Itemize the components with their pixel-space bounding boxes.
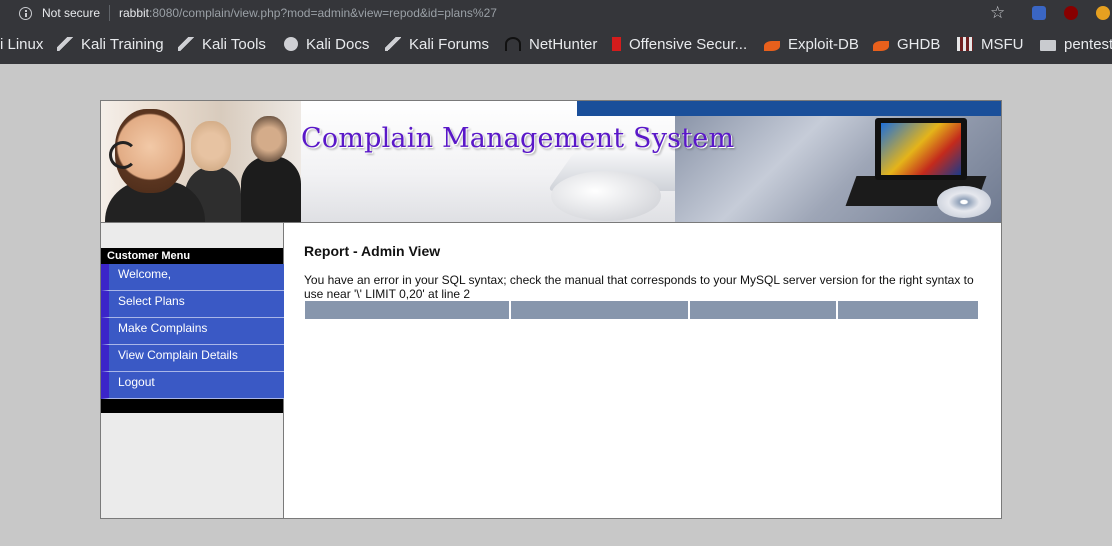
ublock-extension-icon[interactable] (1064, 6, 1078, 20)
nethunter-icon (505, 37, 521, 51)
url-separator (109, 5, 110, 21)
bookmark-star-icon[interactable]: ☆ (990, 3, 1005, 23)
bookmarks-bar: i Linux Kali Training Kali Tools Kali Do… (0, 28, 1112, 64)
extension-icon[interactable] (1032, 6, 1046, 20)
sql-error-message: You have an error in your SQL syntax; ch… (304, 273, 974, 301)
bookmark-folder-pentest[interactable]: pentest (1040, 36, 1112, 53)
bookmark-kali-linux[interactable]: i Linux (0, 36, 43, 53)
bookmark-offensive-security[interactable]: Offensive Secur... (612, 36, 747, 53)
banner-accent-strip (577, 101, 1001, 116)
keyboard-photo (301, 101, 776, 222)
report-table-header (305, 301, 980, 319)
bookmark-nethunter[interactable]: NetHunter (505, 36, 597, 53)
site-title: Complain Management System (301, 123, 735, 154)
menu-item-make-complains[interactable]: Make Complains (101, 318, 284, 345)
extension-icon[interactable] (1096, 6, 1110, 20)
page-frame: Complain Management System Customer Menu… (100, 100, 1002, 519)
menu-header: Customer Menu (101, 248, 283, 264)
kali-dragon-icon (385, 37, 401, 51)
call-center-photo (101, 101, 301, 222)
table-header-cell (690, 301, 836, 319)
customer-menu: Welcome, Select Plans Make Complains Vie… (101, 264, 284, 399)
menu-item-welcome[interactable]: Welcome, (101, 264, 284, 291)
security-label[interactable]: Not secure (42, 6, 100, 20)
table-header-cell (511, 301, 688, 319)
bookmark-kali-tools[interactable]: Kali Tools (178, 36, 266, 53)
bookmark-msfu[interactable]: MSFU (957, 36, 1024, 53)
headset-icon (109, 141, 137, 169)
table-header-cell (305, 301, 509, 319)
main-content: Report - Admin View You have an error in… (284, 223, 1001, 518)
menu-footer-bar (101, 399, 283, 413)
menu-item-logout[interactable]: Logout (101, 372, 284, 399)
bookmark-kali-docs[interactable]: Kali Docs (284, 36, 369, 53)
bookmark-exploit-db[interactable]: Exploit-DB (764, 36, 859, 53)
kali-dragon-icon (57, 37, 73, 51)
bookmark-kali-training[interactable]: Kali Training (57, 36, 164, 53)
bookmark-ghdb[interactable]: GHDB (873, 36, 940, 53)
header-banner: Complain Management System (101, 101, 1001, 223)
table-header-cell (838, 301, 978, 319)
exploit-db-icon (764, 41, 780, 51)
url-host: rabbit (119, 6, 150, 20)
page-title: Report - Admin View (304, 243, 441, 259)
bookmark-kali-forums[interactable]: Kali Forums (385, 36, 489, 53)
exploit-db-icon (873, 41, 889, 51)
offsec-icon (612, 37, 621, 51)
url-path: :8080/complain/view.php?mod=admin&view=r… (149, 6, 497, 20)
menu-item-view-complain-details[interactable]: View Complain Details (101, 345, 284, 372)
sidebar: Customer Menu Welcome, Select Plans Make… (101, 223, 284, 518)
info-icon[interactable] (19, 7, 32, 20)
globe-icon (284, 37, 298, 51)
kali-dragon-icon (178, 37, 194, 51)
browser-address-bar[interactable]: Not secure rabbit:8080/complain/view.php… (0, 0, 1112, 28)
cd-icon (937, 186, 991, 218)
msfu-icon (957, 37, 973, 51)
folder-icon (1040, 40, 1056, 51)
menu-item-select-plans[interactable]: Select Plans (101, 291, 284, 318)
url-field[interactable]: rabbit:8080/complain/view.php?mod=admin&… (119, 6, 497, 20)
